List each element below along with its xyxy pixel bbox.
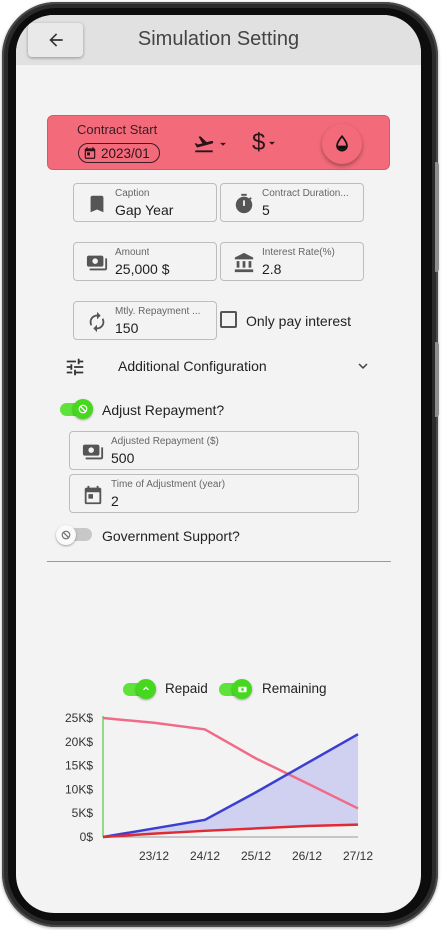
y-tick-label: 20K$ <box>65 735 93 749</box>
only-pay-interest-checkbox[interactable] <box>220 311 237 328</box>
time-of-adjustment-field[interactable]: Time of Adjustment (year) 2 <box>69 474 359 513</box>
amount-field[interactable]: Amount 25,000 $ <box>73 242 217 281</box>
legend-repaid-label: Repaid <box>165 681 208 696</box>
x-tick-label: 23/12 <box>139 849 169 863</box>
toggle-thumb <box>232 679 252 699</box>
caption-value: Gap Year <box>115 202 174 218</box>
y-tick-label: 10K$ <box>65 782 93 796</box>
contract-start-date-chip[interactable]: 2023/01 <box>78 143 160 163</box>
contract-bar: Contract Start 2023/01 $ <box>47 115 390 170</box>
only-pay-interest-label: Only pay interest <box>246 313 352 329</box>
adjusted-repayment-label: Adjusted Repayment ($) <box>111 436 219 447</box>
repeat-icon <box>89 311 105 333</box>
toggle-thumb <box>56 525 76 545</box>
caption-label: Caption <box>115 188 150 199</box>
flight-takeoff-icon <box>194 136 214 153</box>
x-tick-label: 26/12 <box>292 849 322 863</box>
dropdown-arrow-icon <box>269 141 276 145</box>
timer-icon <box>235 193 253 214</box>
additional-configuration-label: Additional Configuration <box>118 358 267 374</box>
money-icon <box>237 686 247 692</box>
toggle-thumb <box>73 399 93 419</box>
money-icon <box>82 444 104 460</box>
chevron-down-icon <box>358 363 368 369</box>
government-support-label: Government Support? <box>102 528 240 544</box>
interest-rate-label: Interest Rate(%) <box>262 247 335 258</box>
amount-value: 25,000 $ <box>115 261 170 277</box>
adjusted-repayment-value: 500 <box>111 450 135 466</box>
money-icon <box>86 255 108 271</box>
contract-start-label: Contract Start <box>77 122 158 137</box>
departure-dropdown[interactable] <box>192 133 230 155</box>
repaid-area <box>103 734 358 837</box>
contract-start-date: 2023/01 <box>101 145 150 161</box>
contract-duration-label: Contract Duration... <box>262 188 349 199</box>
power-button <box>435 342 439 417</box>
tune-icon <box>66 358 84 376</box>
monthly-repayment-label: Mtly. Repayment ... <box>115 306 201 317</box>
x-tick-label: 25/12 <box>241 849 271 863</box>
y-tick-label: 0$ <box>80 830 94 844</box>
block-icon <box>61 530 71 540</box>
currency-dropdown[interactable]: $ <box>252 129 279 157</box>
contract-duration-value: 5 <box>262 202 270 218</box>
theme-color-button[interactable] <box>322 124 362 164</box>
interest-rate-value: 2.8 <box>262 261 282 277</box>
monthly-repayment-value: 150 <box>115 320 139 336</box>
y-tick-label: 15K$ <box>65 759 93 773</box>
page-title: Simulation Setting <box>137 28 300 50</box>
loan-chart: 25K$ 20K$ 15K$ 10K$ 5K$ 0$ 23/12 24/12 25/12 26/1… <box>65 711 373 863</box>
amount-label: Amount <box>115 247 150 258</box>
time-of-adjustment-label: Time of Adjustment (year) <box>111 479 226 490</box>
app-bar: Simulation Setting <box>16 15 421 65</box>
section-divider <box>47 561 391 562</box>
currency-symbol: $ <box>252 129 266 156</box>
dropdown-arrow-icon <box>220 142 226 146</box>
bookmark-icon <box>90 195 104 213</box>
app-screen: Simulation Setting Contract Start 2023/0… <box>16 15 421 913</box>
y-tick-label: 5K$ <box>72 806 94 820</box>
x-tick-label: 27/12 <box>343 849 373 863</box>
additional-configuration-toggle[interactable]: Additional Configuration <box>62 355 372 379</box>
interest-rate-field[interactable]: Interest Rate(%) 2.8 <box>220 242 364 281</box>
contract-duration-field[interactable]: Contract Duration... 5 <box>220 183 364 222</box>
volume-button <box>435 162 439 272</box>
adjusted-repayment-field[interactable]: Adjusted Repayment ($) 500 <box>69 431 359 470</box>
payment-icon <box>143 686 149 691</box>
block-icon <box>78 404 88 414</box>
calendar-icon <box>84 147 96 159</box>
toggle-thumb <box>136 679 156 699</box>
time-of-adjustment-value: 2 <box>111 493 119 509</box>
water-drop-icon <box>336 134 348 152</box>
calendar-icon <box>84 485 102 505</box>
monthly-repayment-field[interactable]: Mtly. Repayment ... 150 <box>73 301 217 340</box>
bank-icon <box>234 252 254 273</box>
legend-remaining-label: Remaining <box>262 681 327 696</box>
y-tick-label: 25K$ <box>65 711 93 725</box>
x-tick-label: 24/12 <box>190 849 220 863</box>
caption-field[interactable]: Caption Gap Year <box>73 183 217 222</box>
adjust-repayment-label: Adjust Repayment? <box>102 402 225 418</box>
